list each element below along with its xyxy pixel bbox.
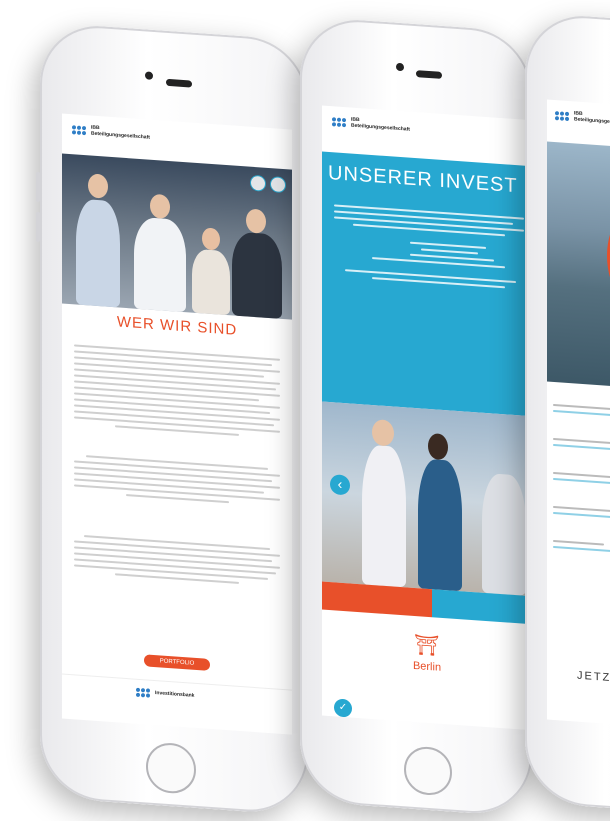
logo-text: Investitionsbank [155,689,195,699]
home-button[interactable] [404,745,452,797]
investment-text-block [334,200,524,293]
search-icon[interactable] [250,174,266,192]
ibb-logo[interactable]: IBB Beteiligungsgesellschaft [332,116,410,132]
news-item[interactable] [553,539,610,560]
news-list [553,400,610,586]
logo-text: IBB Beteiligungsgesellschaft [574,110,610,127]
person [232,231,282,319]
city-photo [547,141,610,395]
volume-button [36,171,40,202]
news-item[interactable] [553,505,610,526]
person-head [428,432,448,461]
menu-icon[interactable] [270,176,286,194]
investment-section: UNSERER INVEST [322,151,532,417]
phone-screen: IBB Beteiligungsgesellschaft UNSERER INV… [322,105,532,731]
logo-dots-icon [72,125,86,136]
portfolio-text-block [74,450,280,510]
person-head [202,227,220,251]
logo-dots-icon [136,687,150,698]
person-head [88,173,108,199]
team-photo [62,153,292,320]
person [418,458,462,592]
slide-caption[interactable] [432,589,532,625]
ibb-logo[interactable]: IBB Beteiligungsgesellschaft [72,124,150,140]
home-button[interactable] [146,741,196,795]
logo-text: IBB Beteiligungsgesellschaft [91,125,150,141]
logo-dots-icon [555,111,569,122]
footer: Investitionsbank [62,673,292,721]
partner-text-block [74,530,280,590]
portfolio-button[interactable]: PORTFOLIO [144,654,210,671]
cta-label[interactable]: JETZT [577,670,610,685]
person [192,248,230,316]
section-heading: UNSERER INVEST [328,161,518,198]
person [482,472,526,596]
person-head [246,208,266,234]
front-camera [145,71,153,80]
ibb-logo[interactable]: IBB Beteiligungsgesellschaft [555,110,610,126]
front-camera [396,62,404,72]
check-icon: ✓ [334,698,352,718]
news-item[interactable] [553,437,610,458]
news-item[interactable] [553,403,610,424]
phone-mockup-left: IBB Beteiligungsgesellschaft WER WIR SIN… [36,22,308,816]
phone-screen: IBB Beteiligungsgesellschaft WER WIR SIN… [62,113,292,735]
logo-line: Beteiligungsgesellschaft [574,115,610,127]
volume-button [36,211,40,242]
investitionsbank-logo[interactable]: Investitionsbank [136,687,195,701]
news-item[interactable] [553,471,610,492]
phone-mockup-right: IBB Beteiligungsgesellschaft JETZT [525,12,610,816]
person [134,216,186,313]
phone-screen: IBB Beteiligungsgesellschaft JETZT [547,99,610,733]
person [362,444,406,588]
city-label: Berlin [412,659,442,674]
logo-dots-icon [332,117,346,128]
person-head [372,419,394,447]
logo-text: IBB Beteiligungsgesellschaft [351,117,410,133]
team-photo: ‹ [322,401,532,597]
carousel-prev-icon[interactable]: ‹ [330,474,350,496]
person-head [150,193,170,220]
speaker-grille [166,78,192,88]
intro-text-block [74,340,280,442]
brandenburg-gate-icon: ⛩ [414,633,440,658]
person [76,198,120,308]
speaker-grille [416,70,442,79]
phone-mockup-center: IBB Beteiligungsgesellschaft UNSERER INV… [300,16,532,818]
